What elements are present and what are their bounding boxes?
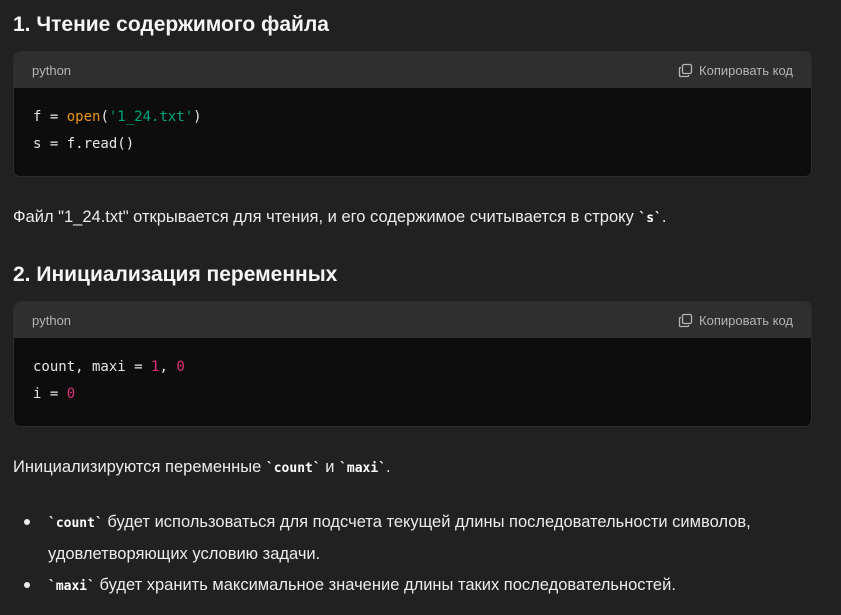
code-line: count, maxi = 1, 0: [33, 354, 792, 381]
inline-code: `s`: [638, 211, 662, 226]
copy-code-button[interactable]: Копировать код: [678, 63, 793, 78]
code-language-label: python: [32, 62, 72, 78]
code-token: f =: [33, 109, 67, 125]
copy-code-label: Копировать код: [699, 62, 793, 78]
inline-code: `maxi`: [48, 579, 95, 594]
text-run: Инициализируются переменные: [13, 458, 266, 476]
code-token: count, maxi =: [33, 359, 152, 375]
code-token: open: [66, 109, 101, 125]
copy-code-button[interactable]: Копировать код: [678, 313, 793, 328]
text-run: .: [386, 458, 391, 476]
code-token: ,: [159, 359, 177, 375]
copy-code-label: Копировать код: [699, 312, 793, 328]
code-language-label: python: [32, 312, 72, 328]
code-token: 0: [176, 359, 185, 375]
code-token: '1_24.txt': [108, 109, 194, 125]
text-run: будет хранить максимальное значение длин…: [94, 576, 676, 594]
code-token: i =: [33, 386, 67, 402]
text-run: будет использоваться для подсчета текуще…: [48, 513, 751, 563]
code-token: (: [100, 109, 109, 125]
code-content: count, maxi = 1, 0i = 0: [14, 338, 811, 408]
section-heading-1: 1. Чтение содержимого файла: [13, 13, 329, 36]
inline-code: `count`: [48, 516, 103, 531]
text-run: Файл "1_24.txt" открывается для чтения, …: [13, 208, 639, 226]
section-heading-2: 2. Инициализация переменных: [13, 263, 338, 286]
list-item: `count` будет использоваться для подсчет…: [13, 507, 823, 569]
code-content: f = open('1_24.txt') s = f.read(): [14, 88, 811, 158]
code-block-header: python Копировать код: [14, 52, 811, 88]
list-item: `maxi` будет хранить максимальное значен…: [13, 570, 823, 602]
list-item-text: `count` будет использоваться для подсчет…: [48, 513, 751, 563]
bullet-dot: [24, 519, 30, 525]
copy-icon: [678, 313, 693, 328]
copy-icon: [678, 63, 693, 78]
bullet-list: `count` будет использоваться для подсчет…: [13, 507, 823, 602]
inline-code: `count`: [265, 461, 321, 476]
bullet-dot: [24, 582, 30, 588]
code-line: f = open('1_24.txt'): [33, 104, 792, 131]
code-line: i = 0: [33, 381, 792, 408]
code-token: s = f.read(): [33, 136, 135, 152]
paragraph-1: Файл "1_24.txt" открывается для чтения, …: [13, 204, 666, 232]
code-block-1: python Копировать код f = open('1_24.txt…: [13, 51, 812, 177]
code-block-2: python Копировать код count, maxi = 1, 0…: [13, 301, 812, 427]
text-run: .: [661, 208, 667, 226]
text-run: и: [320, 458, 340, 476]
list-item-text: `maxi` будет хранить максимальное значен…: [48, 576, 676, 594]
code-line: s = f.read(): [33, 131, 792, 158]
inline-code: `maxi`: [339, 461, 387, 476]
code-block-header: python Копировать код: [14, 302, 811, 338]
code-token: 0: [66, 386, 76, 402]
code-token: ): [193, 109, 202, 125]
paragraph-2: Инициализируются переменные `count` и `m…: [13, 454, 391, 482]
